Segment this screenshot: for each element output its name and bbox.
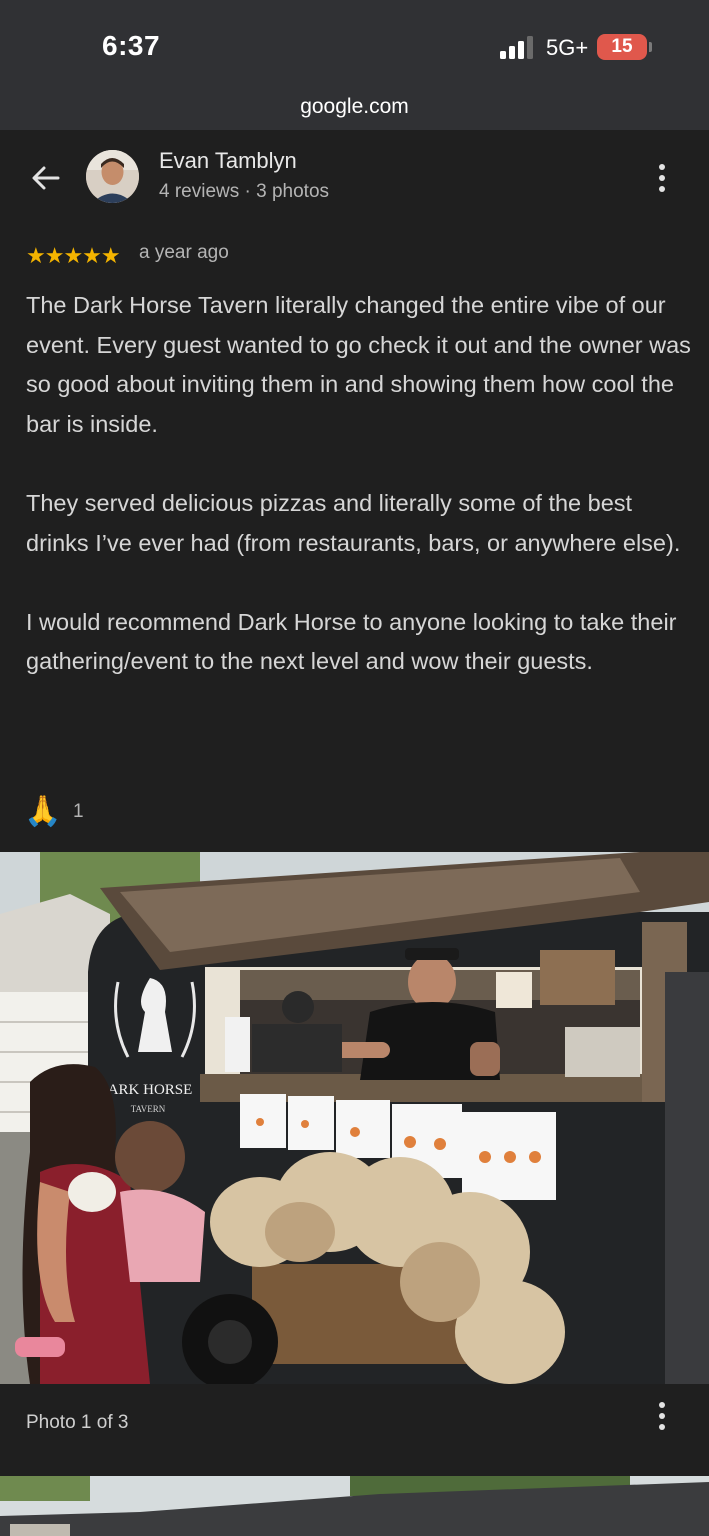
signal-bars-icon — [500, 36, 533, 59]
logo-text: ARK HORSE — [108, 1082, 193, 1098]
reaction-count: 1 — [73, 801, 84, 822]
review-paragraph: The Dark Horse Tavern literally changed … — [26, 292, 691, 437]
clock: 6:37 — [102, 30, 161, 61]
next-review-photo[interactable] — [0, 1476, 709, 1536]
back-arrow-icon[interactable] — [28, 160, 64, 196]
more-options-icon[interactable] — [646, 160, 678, 196]
battery-tip — [649, 42, 652, 52]
address-bar-url[interactable]: google.com — [0, 95, 709, 119]
photo-counter: Photo 1 of 3 — [26, 1412, 129, 1433]
status-bar: 6:37 5G+ 15 google.com — [0, 0, 709, 130]
reviewer-meta: 4 reviews · 3 photos — [159, 181, 330, 202]
avatar[interactable] — [86, 150, 139, 203]
review-photo[interactable]: ARK HORSE TAVERN — [0, 852, 709, 1384]
pray-reaction-icon[interactable]: 🙏 — [24, 794, 61, 830]
reviewer-name[interactable]: Evan Tamblyn — [159, 148, 297, 174]
review-paragraph: I would recommend Dark Horse to anyone l… — [26, 608, 677, 675]
star-rating: ★★★★★ — [26, 243, 121, 268]
logo-subtext: TAVERN — [131, 1104, 166, 1114]
photo-more-options-icon[interactable] — [646, 1398, 678, 1434]
review-paragraph: They served delicious pizzas and literal… — [26, 489, 681, 556]
bar-trailer-photo: ARK HORSE TAVERN — [0, 852, 709, 1384]
network-type: 5G+ — [546, 35, 589, 60]
review-time: a year ago — [139, 242, 229, 263]
review-text: The Dark Horse Tavern literally changed … — [26, 286, 691, 682]
battery-indicator: 15 — [597, 34, 647, 60]
